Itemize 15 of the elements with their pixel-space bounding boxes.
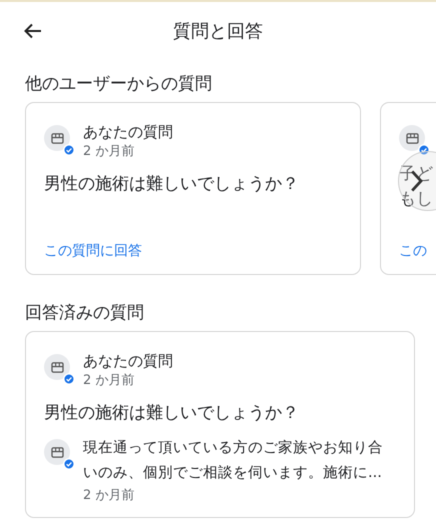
question-text: もし (399, 188, 434, 211)
page-title: 質問と回答 (173, 20, 263, 43)
timestamp: 2 か月前 (83, 372, 136, 390)
answer-link[interactable]: この (399, 242, 436, 260)
section-heading: 回答済みの質問 (24, 302, 145, 325)
back-arrow-icon[interactable] (23, 21, 43, 41)
timestamp: 2 か月前 (83, 487, 136, 505)
author-name: あなたの質問 (83, 351, 173, 371)
answer-link[interactable]: この質問に回答 (44, 242, 342, 260)
timestamp: 2 か月前 (83, 143, 136, 161)
section-heading: 他のユーザーからの質問 (24, 73, 213, 96)
answer-text: 現在通って頂いている方のご家族やお知り合いのみ、個別でご相談を伺います。施術に... (83, 438, 384, 483)
question-text: 男性の施術は難しいでしょうか？ (44, 402, 300, 425)
question-text: 男性の施術は難しいでしょうか？ (44, 173, 300, 196)
author-name: あなたの質問 (83, 122, 173, 142)
